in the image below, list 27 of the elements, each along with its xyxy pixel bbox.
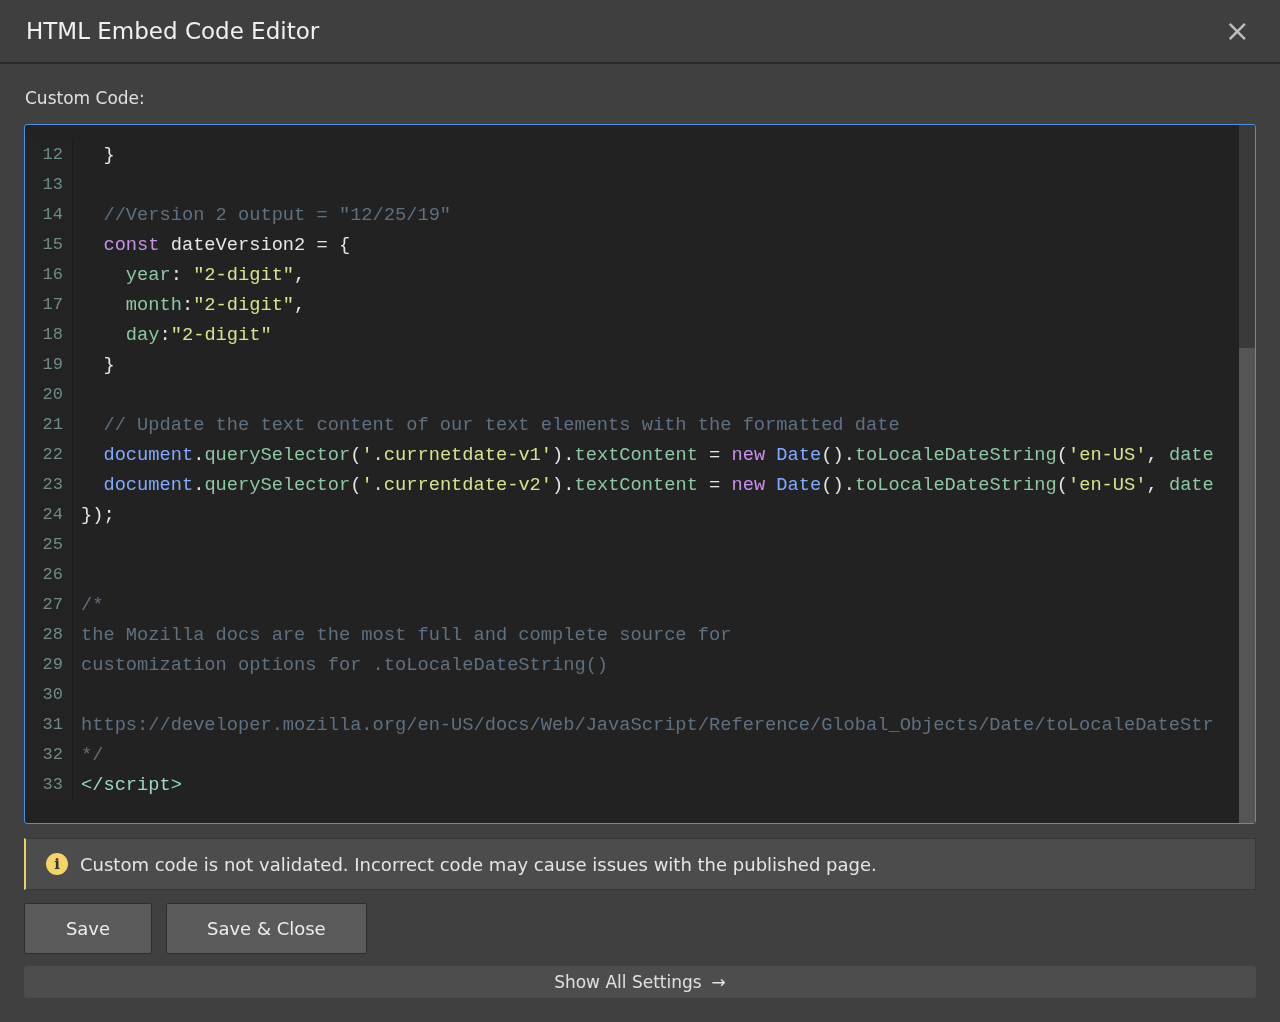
dialog-title: HTML Embed Code Editor: [26, 18, 320, 44]
code-line: year: "2-digit",: [124, 264, 306, 286]
code-line: }: [102, 354, 115, 376]
warning-text: Custom code is not validated. Incorrect code may cause issues with the published page.: [80, 853, 877, 875]
code-line: customization options for .toLocaleDateString(): [80, 654, 609, 676]
save-close-button[interactable]: Save & Close: [166, 903, 367, 954]
code-line: https://developer.mozilla.org/en-US/docs/Web/JavaScript/Reference/Global_Objects/Date/toLocaleDateStr: [80, 714, 1214, 736]
code-line: }: [102, 144, 115, 166]
code-line: //Version 2 output = "12/25/19": [102, 204, 452, 226]
code-line: const dateVersion2 = {: [102, 234, 351, 256]
info-icon: i: [46, 853, 68, 875]
code-line: month:"2-digit",: [124, 294, 306, 316]
code-line: day:"2-digit": [124, 324, 272, 346]
code-line: </script>: [80, 774, 182, 796]
save-button[interactable]: Save: [24, 903, 152, 954]
code-line: document.querySelector('.currnetdate-v1').textContent = new Date().toLocaleDateString('en-US', date: [102, 444, 1214, 466]
scrollbar[interactable]: [1239, 125, 1255, 823]
close-button[interactable]: ×: [1218, 16, 1256, 46]
code-line: /*: [80, 594, 104, 616]
show-settings-button[interactable]: Show All Settings →: [24, 966, 1256, 998]
code-line: the Mozilla docs are the most full and complete source for: [80, 624, 732, 646]
code-line: */: [80, 744, 104, 766]
code-line: document.querySelector('.currentdate-v2').textContent = new Date().toLocaleDateString('en-US', date: [102, 474, 1214, 496]
field-label: Custom Code:: [25, 88, 146, 108]
code-line: });: [80, 504, 115, 526]
code-line: // Update the text content of our text elements with the formatted date: [102, 414, 900, 436]
code-editor[interactable]: [24, 124, 1256, 824]
